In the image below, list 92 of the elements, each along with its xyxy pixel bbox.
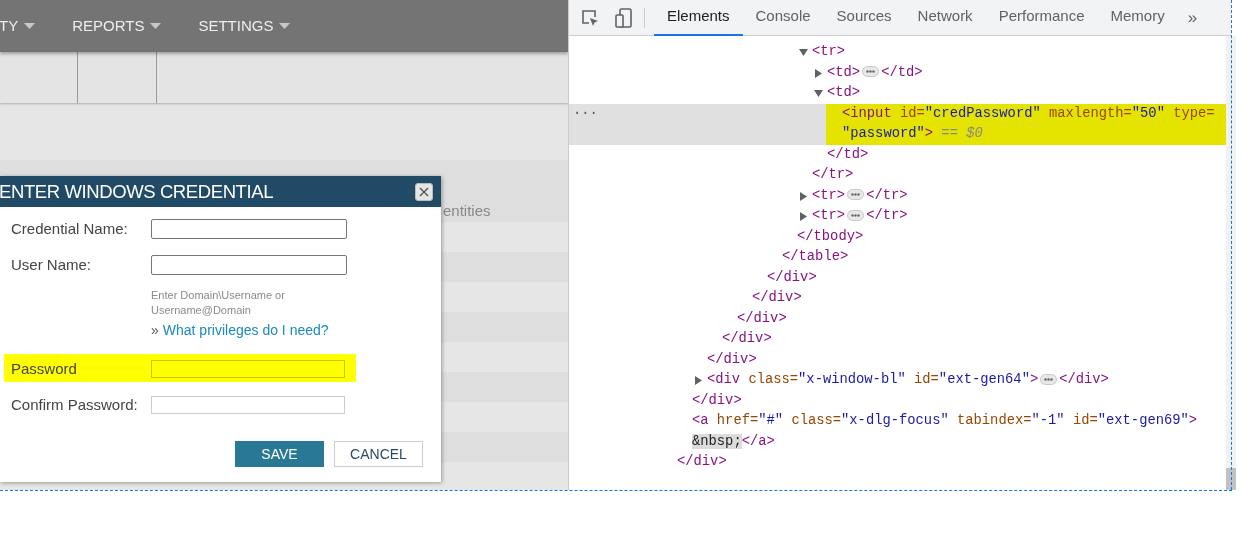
tag-text: </div>: [752, 290, 802, 305]
tag-text: >: [924, 126, 934, 141]
text-input[interactable]: [151, 360, 345, 378]
column-text: entities: [443, 202, 491, 220]
tag-text: <tr>: [812, 44, 846, 59]
attribute-value: "-1": [1031, 413, 1065, 428]
selected-node-marker[interactable]: ···: [573, 103, 598, 124]
entity-text: &nbsp;: [692, 433, 742, 449]
tag-text: </tr>: [866, 187, 908, 203]
privileges-link[interactable]: What privileges do I need?: [162, 320, 329, 341]
tag-text: >: [1188, 413, 1198, 428]
attribute-value: "x-window-bl": [798, 372, 906, 387]
field-label: Password: [11, 358, 78, 379]
tag-text: <td>: [827, 85, 861, 100]
attribute-value: "#": [758, 413, 784, 428]
attribute-name: tabindex=: [957, 413, 1032, 428]
attribute-value: "ext-gen64": [938, 372, 1030, 387]
selected-node-row[interactable]: ··· <input id="credPassword" maxlength="50" type= "password"> == $0: [569, 103, 1226, 145]
right-triangle-icon[interactable]: [814, 68, 823, 78]
tag-text: </tr>: [812, 167, 854, 182]
tag-text: </div>: [692, 392, 742, 408]
devtools-tab[interactable]: Performance: [985, 0, 1098, 36]
text-input[interactable]: [151, 255, 347, 275]
tag-text: </tr>: [866, 208, 908, 223]
attribute-name: id=: [899, 105, 925, 121]
scrollbar[interactable]: [1226, 36, 1236, 490]
text-input[interactable]: [151, 219, 347, 239]
tag-text: </table>: [782, 249, 849, 264]
tag-text: </a>: [741, 433, 775, 449]
save-button[interactable]: SAVE: [235, 441, 324, 467]
text-input[interactable]: [151, 396, 345, 414]
tag-text: <td>: [827, 64, 861, 80]
ellipsis-icon[interactable]: [862, 66, 880, 78]
tag-text: </td>: [827, 146, 869, 162]
field-label: Credential Name:: [11, 218, 129, 239]
tag-text: <input: [842, 105, 892, 121]
nav-menu-item[interactable]: REPORTS: [72, 14, 162, 38]
down-triangle-icon[interactable]: [799, 48, 808, 57]
ellipsis-icon[interactable]: [847, 209, 865, 221]
tag-text: <a: [692, 413, 709, 428]
tag-text: >: [1029, 372, 1039, 387]
right-triangle-icon[interactable]: [694, 376, 703, 385]
right-triangle-icon[interactable]: [799, 212, 808, 221]
tag-text: </div>: [737, 310, 787, 326]
close-button[interactable]: [415, 182, 433, 201]
cancel-button[interactable]: CANCEL: [334, 441, 423, 467]
attribute-name: class=: [791, 413, 842, 428]
attribute-name: class=: [748, 372, 799, 387]
devtools-tab[interactable]: Sources: [823, 0, 905, 36]
devtools-tab[interactable]: Memory: [1097, 0, 1178, 36]
attribute-name: type=: [1173, 105, 1215, 121]
tag-text: </div>: [767, 269, 817, 285]
devtools-tab[interactable]: Console: [742, 0, 824, 36]
attribute-name: maxlength=: [1049, 105, 1132, 121]
tag-text: <tr>: [812, 187, 846, 203]
devtools-tab[interactable]: Elements: [654, 0, 743, 36]
caret-icon: [150, 23, 162, 29]
dialog-title: ENTER WINDOWS CREDENTIAL: [0, 179, 274, 204]
attribute-value: "credPassword": [924, 105, 1041, 121]
ellipsis-icon[interactable]: [847, 189, 865, 201]
caret-icon: [24, 23, 36, 29]
tag-text: </div>: [722, 331, 772, 346]
down-triangle-icon[interactable]: [814, 89, 823, 98]
field-label: User Name:: [11, 254, 93, 275]
nav-menu-item[interactable]: TY: [0, 14, 36, 38]
field-label: Confirm Password:: [11, 394, 139, 415]
device-toggle-icon[interactable]: [615, 7, 633, 28]
close-icon: [419, 186, 429, 197]
tag-text: <tr>: [812, 208, 846, 223]
more-tabs-button[interactable]: »: [1187, 4, 1198, 31]
attribute-value: "x-dlg-focus": [841, 413, 949, 428]
inspect-cursor-icon[interactable]: [581, 8, 599, 27]
ellipsis-icon[interactable]: [1040, 373, 1058, 385]
attribute-name: id=: [1072, 413, 1098, 428]
tag-text: </td>: [881, 64, 923, 80]
devtools-tab[interactable]: Network: [904, 0, 986, 36]
attribute-value: "ext-gen69": [1097, 413, 1189, 428]
attribute-name: id=: [914, 372, 939, 387]
tag-text: </div>: [677, 454, 727, 469]
right-triangle-icon[interactable]: [799, 191, 808, 201]
link-prefix: »: [151, 321, 159, 340]
tag-text: <div: [707, 372, 741, 387]
hint-text: Enter Domain\Username or Username@Domain: [151, 288, 286, 318]
console-reference: == $0: [941, 126, 983, 141]
attribute-value: "password": [842, 126, 925, 141]
tag-text: </tbody>: [797, 228, 864, 244]
tag-text: </div>: [707, 351, 757, 367]
nav-menu-item[interactable]: SETTINGS: [198, 14, 291, 38]
attribute-value: "50": [1131, 105, 1165, 121]
caret-icon: [279, 23, 291, 29]
attribute-name: href=: [716, 413, 759, 428]
tag-text: </div>: [1059, 372, 1109, 387]
